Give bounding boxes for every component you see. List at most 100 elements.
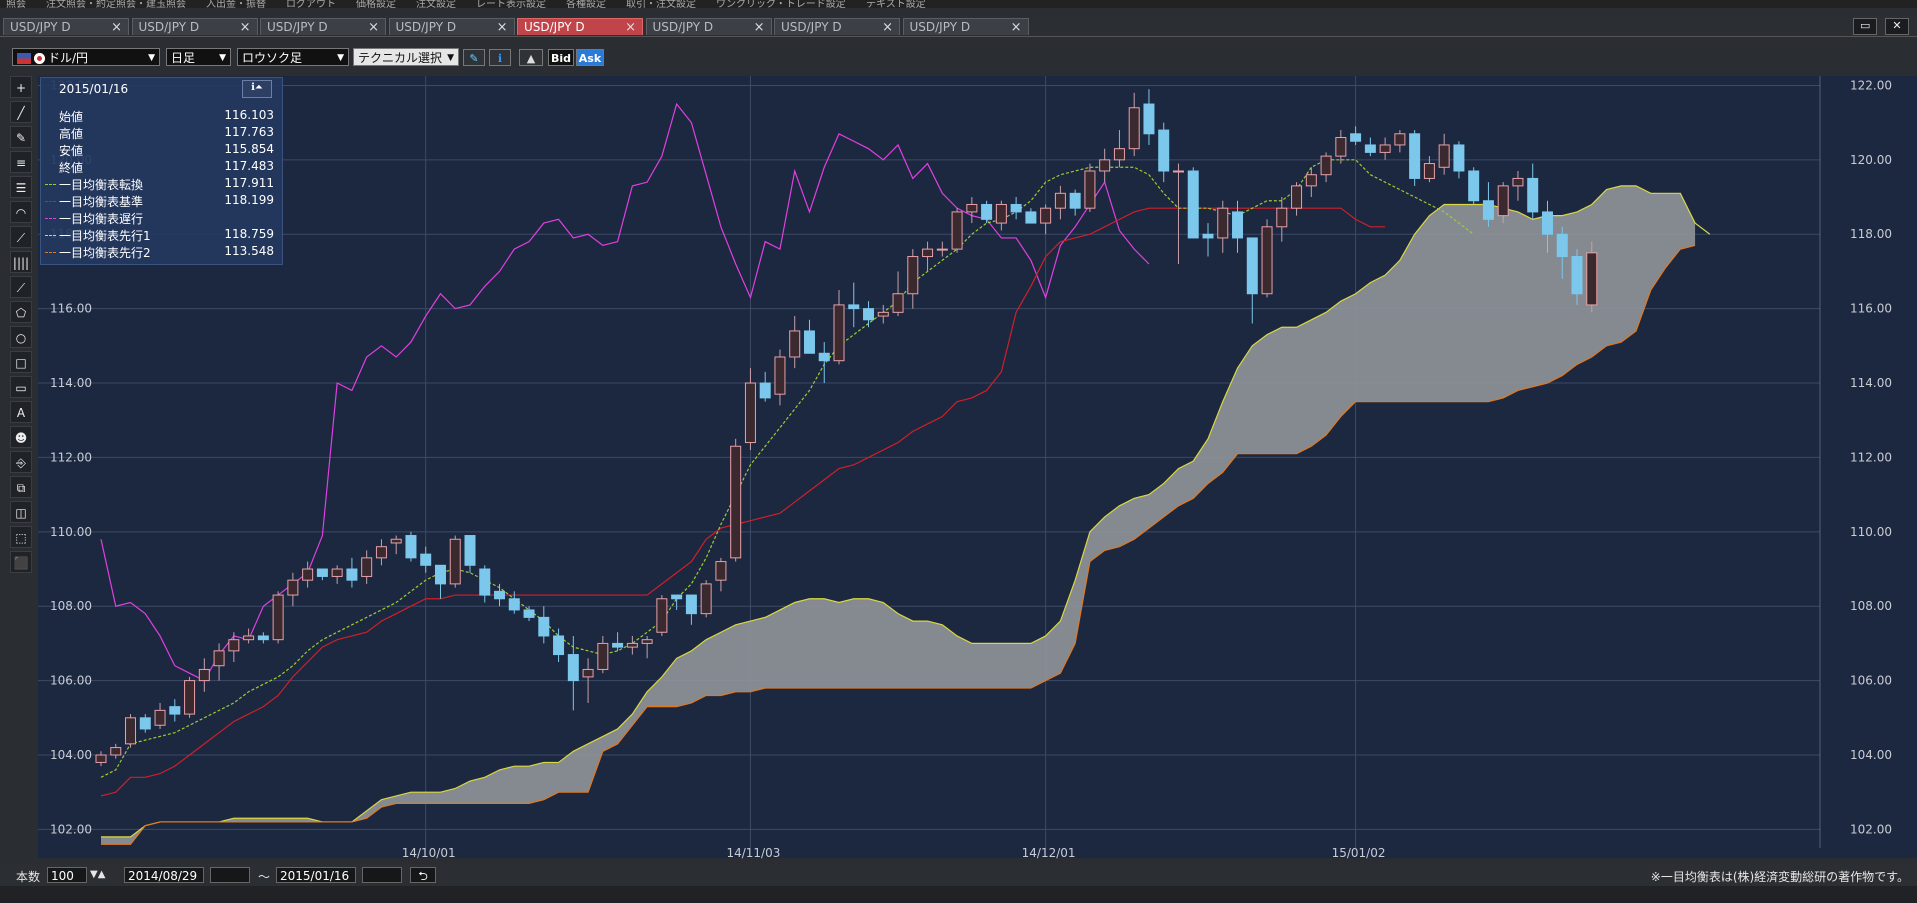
close-tab-icon[interactable]: × (111, 19, 122, 36)
tab-usdjpy-d[interactable]: USD/JPY D × (645, 18, 772, 36)
eraser-icon[interactable]: ⬚ (10, 526, 32, 548)
settings-icon[interactable]: ⬛ (10, 551, 32, 573)
trendline-icon[interactable]: ╱ (10, 101, 32, 123)
count-stepper[interactable]: ▼▲ (90, 869, 105, 880)
technical-select[interactable]: テクニカル選択 ▼ (353, 48, 459, 66)
pentagon-icon[interactable]: ⬠ (10, 301, 32, 323)
text-icon[interactable]: A (10, 401, 32, 423)
channel-icon[interactable]: ▭ (10, 376, 32, 398)
chart-area[interactable]: 102.00 102.00 104.00 104.00 106.00 106.00 108.… (38, 76, 1917, 866)
tab-bar: USD/JPY D × USD/JPY D × USD/JPY D × USD/JPY D ×… (0, 16, 1917, 37)
end-time-input[interactable] (362, 867, 402, 883)
tab-label: USD/JPY D (781, 20, 842, 34)
start-time-input[interactable] (210, 867, 250, 883)
info-value: 117.911 (224, 176, 274, 190)
y-tick-label-right: 102.00 (1850, 822, 1892, 836)
menu-item[interactable]: 入出金・振替 (206, 0, 266, 10)
close-tab-icon[interactable]: × (497, 19, 508, 36)
candle-body (567, 654, 579, 682)
close-tab-icon[interactable]: × (240, 19, 251, 36)
menu-item[interactable]: テキスト設定 (866, 0, 926, 10)
reset-button[interactable]: ⮌ (410, 867, 436, 883)
candle-body (877, 311, 889, 317)
candle-body (1423, 163, 1435, 179)
timeframe-select[interactable]: 日足 ▼ (166, 48, 231, 66)
menu-item[interactable]: 価格設定 (356, 0, 396, 10)
series-swatch (45, 201, 56, 202)
crosshair-icon[interactable]: + (10, 76, 32, 98)
ask-button[interactable]: Ask (576, 49, 604, 66)
bid-button[interactable]: Bid (548, 49, 574, 66)
y-tick-label-right: 106.00 (1850, 674, 1892, 688)
candle-body (272, 594, 284, 641)
candle-body (434, 564, 446, 585)
close-tab-icon[interactable]: × (1011, 19, 1022, 36)
export-icon[interactable]: ⎆ (10, 451, 32, 473)
series-swatch (45, 252, 56, 253)
candle-body (1409, 133, 1421, 179)
ohlc-info-panel: 2015/01/16 ℹ⏶ 始値 116.103 高値 117.763 安値 115.85… (40, 77, 283, 265)
y-tick-label-left: 110.00 (50, 525, 92, 539)
end-date-input[interactable]: 2015/01/16 (276, 867, 356, 883)
ichimoku-chart[interactable]: 102.00 102.00 104.00 104.00 106.00 106.00 108.… (38, 76, 1917, 866)
candle-body (1010, 203, 1022, 213)
info-collapse-button[interactable]: ℹ⏶ (242, 80, 272, 98)
close-tab-icon[interactable]: × (368, 19, 379, 36)
candle-body (243, 635, 255, 641)
count-input[interactable]: 100 (47, 867, 87, 883)
candle-body (538, 616, 550, 637)
chevron-down-icon[interactable]: ▼ (90, 869, 98, 880)
restore-window-button[interactable]: ▭ (1853, 18, 1878, 35)
menu-item[interactable]: ログアウト (286, 0, 336, 10)
candle-body (346, 568, 358, 581)
horizontal-lines-icon[interactable]: ≡ (10, 151, 32, 173)
tab-usdjpy-d[interactable]: USD/JPY D × (902, 18, 1029, 36)
close-tab-icon[interactable]: × (754, 19, 765, 36)
menu-item[interactable]: レート表示設定 (476, 0, 546, 10)
chart-style-button[interactable]: ▲ (519, 49, 543, 66)
menu-item[interactable]: 各種設定 (566, 0, 606, 10)
circle-icon[interactable]: ○ (10, 326, 32, 348)
close-tab-icon[interactable]: × (625, 19, 636, 36)
symbol-select[interactable]: ドル/円 ▼ (12, 48, 160, 66)
draw-tool-button[interactable]: ✎ (463, 49, 485, 66)
rectangle-icon[interactable]: □ (10, 351, 32, 373)
candle-body (464, 535, 476, 566)
chart-type-select[interactable]: ロウソク足 ▼ (237, 48, 349, 66)
tab-usdjpy-d[interactable]: USD/JPY D × (388, 18, 515, 36)
close-window-button[interactable]: ✕ (1885, 18, 1909, 35)
y-tick-label-right: 122.00 (1850, 78, 1892, 92)
arc-icon[interactable]: ◠ (10, 201, 32, 223)
menu-item[interactable]: 注文設定 (416, 0, 456, 10)
fib-icon[interactable]: ☰ (10, 176, 32, 198)
menu-item[interactable]: 照会 (6, 0, 26, 10)
info-label: 安値 (59, 144, 84, 158)
layer-icon[interactable]: ◫ (10, 501, 32, 523)
tab-usdjpy-d[interactable]: USD/JPY D × (517, 18, 643, 35)
y-tick-label-left: 108.00 (50, 599, 92, 613)
candle-body (1187, 170, 1199, 239)
pitchfork-icon[interactable]: ⟋ (10, 276, 32, 298)
menu-item[interactable]: 注文照会・約定照会・建玉照会 (46, 0, 186, 10)
tab-usdjpy-d[interactable]: USD/JPY D × (131, 18, 258, 36)
tab-usdjpy-d[interactable]: USD/JPY D × (774, 18, 900, 35)
candle-body (1069, 192, 1081, 209)
info-button[interactable]: ℹ (489, 49, 511, 66)
tab-usdjpy-d[interactable]: USD/JPY D × (260, 18, 386, 35)
chevron-up-icon[interactable]: ▲ (98, 869, 106, 880)
close-tab-icon[interactable]: × (882, 19, 893, 36)
info-label: 一目均衡表先行2 (59, 246, 151, 260)
range-tilde: ～ (258, 870, 271, 884)
copy-icon[interactable]: ⧉ (10, 476, 32, 498)
menu-item[interactable]: ワンクリック・トレード設定 (716, 0, 846, 10)
start-date-input[interactable]: 2014/08/29 (124, 867, 204, 883)
candle-body (405, 535, 417, 559)
fan-icon[interactable]: ⟋ (10, 226, 32, 248)
smiley-icon[interactable]: ☻ (10, 426, 32, 448)
tab-usdjpy-d[interactable]: USD/JPY D × (3, 18, 129, 35)
tab-label: USD/JPY D (138, 20, 200, 34)
candle-body (228, 639, 240, 652)
cycle-lines-icon[interactable]: |||| (10, 251, 32, 273)
menu-item[interactable]: 取引・注文設定 (626, 0, 696, 10)
ruler-icon[interactable]: ✎ (10, 126, 32, 148)
